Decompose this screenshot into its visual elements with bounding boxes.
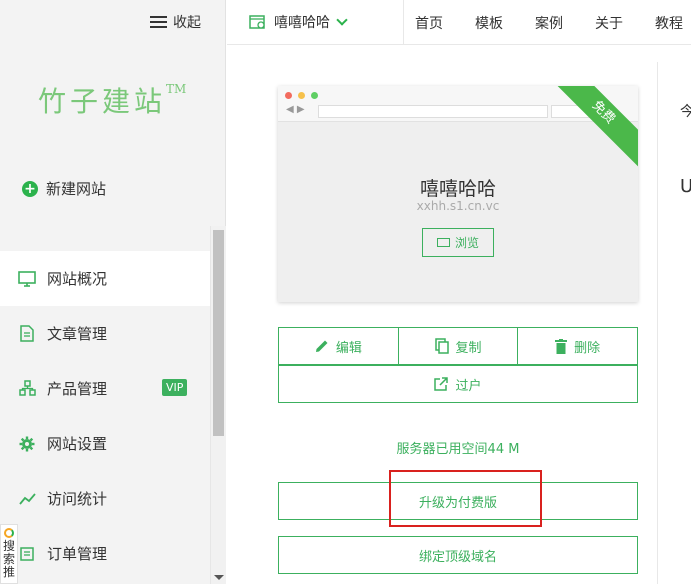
topnav-tutorial[interactable]: 教程 bbox=[655, 13, 683, 33]
traffic-light-red bbox=[285, 92, 292, 99]
hamburger-icon bbox=[150, 16, 167, 28]
collapse-button[interactable]: 收起 bbox=[150, 12, 201, 32]
delete-label: 删除 bbox=[574, 340, 601, 356]
search-push-label: 搜索推 bbox=[3, 539, 16, 579]
site-title: 嘻嘻哈哈 bbox=[419, 178, 496, 200]
topbar-divider bbox=[403, 0, 404, 45]
plus-circle-icon: + bbox=[22, 180, 38, 197]
cart-icon bbox=[18, 545, 36, 563]
sidebar-item-settings[interactable]: 网站设置 bbox=[0, 416, 210, 471]
copy-icon bbox=[434, 338, 449, 354]
logo: 竹子建站TM bbox=[38, 80, 186, 120]
topnav-about[interactable]: 关于 bbox=[595, 13, 623, 33]
site-selector-icon bbox=[249, 14, 266, 30]
browse-icon bbox=[436, 238, 450, 247]
sidebar-item-label: 网站设置 bbox=[47, 435, 108, 453]
product-icon bbox=[18, 380, 36, 398]
new-site-label: 新建网站 bbox=[46, 180, 107, 198]
sidebar-item-label: 订单管理 bbox=[47, 545, 108, 563]
sidebar-nav: 网站概况 文章管理 产品管理 VIP 网站设置 访问统计 订单管理 bbox=[0, 251, 210, 581]
monitor-icon bbox=[18, 270, 36, 288]
trash-icon bbox=[555, 338, 568, 354]
right-panel-text: 今 bbox=[680, 104, 691, 120]
topnav-home[interactable]: 首页 bbox=[415, 13, 443, 33]
collapse-label: 收起 bbox=[173, 15, 201, 31]
external-link-icon bbox=[434, 377, 449, 391]
search-push-icon bbox=[4, 528, 14, 538]
upgrade-button[interactable]: 升级为付费版 bbox=[278, 482, 638, 520]
site-selector-label: 嘻嘻哈哈 bbox=[274, 15, 330, 31]
sidebar-item-label: 访问统计 bbox=[47, 490, 108, 508]
sidebar-item-orders[interactable]: 订单管理 bbox=[0, 526, 210, 581]
sidebar-scrollbar[interactable] bbox=[210, 226, 226, 584]
sidebar: 收起 竹子建站TM + 新建网站 网站概况 文章管理 产品管理 VIP 网站设置… bbox=[0, 0, 226, 584]
upgrade-label: 升级为付费版 bbox=[418, 495, 497, 511]
scroll-down-arrow-icon[interactable] bbox=[214, 575, 224, 580]
sidebar-item-label: 产品管理 bbox=[47, 380, 108, 398]
chevron-down-icon bbox=[336, 14, 348, 26]
edit-button[interactable]: 编辑 bbox=[279, 328, 399, 364]
sidebar-item-label: 文章管理 bbox=[47, 325, 108, 343]
line-chart-icon bbox=[18, 490, 36, 508]
sidebar-item-statistics[interactable]: 访问统计 bbox=[0, 471, 210, 526]
new-site-button[interactable]: + 新建网站 bbox=[22, 178, 106, 199]
traffic-light-yellow bbox=[298, 92, 305, 99]
top-bar: 嘻嘻哈哈 首页 模板 案例 关于 教程 bbox=[227, 0, 691, 45]
site-preview-card: ◀ ▶ 免费 嘻嘻哈哈 xxhh.s1.cn.vc 浏览 bbox=[278, 86, 638, 302]
browse-label: 浏览 bbox=[454, 236, 479, 250]
edit-label: 编辑 bbox=[335, 340, 362, 356]
transfer-button[interactable]: 过户 bbox=[278, 365, 638, 403]
site-domain: xxhh.s1.cn.vc bbox=[416, 199, 500, 213]
copy-label: 复制 bbox=[455, 340, 482, 356]
sidebar-item-articles[interactable]: 文章管理 bbox=[0, 306, 210, 361]
logo-tm: TM bbox=[166, 82, 187, 96]
right-panel-value: U bbox=[680, 176, 691, 197]
browse-button[interactable]: 浏览 bbox=[422, 228, 494, 257]
vip-badge: VIP bbox=[162, 379, 188, 396]
sidebar-item-overview[interactable]: 网站概况 bbox=[0, 251, 210, 306]
action-buttons: 编辑 复制 删除 bbox=[278, 327, 638, 365]
top-nav: 首页 模板 案例 关于 教程 bbox=[415, 13, 691, 33]
traffic-light-green bbox=[311, 92, 318, 99]
topnav-templates[interactable]: 模板 bbox=[475, 13, 503, 33]
bind-domain-label: 绑定顶级域名 bbox=[418, 549, 497, 565]
document-icon bbox=[18, 325, 36, 343]
site-selector[interactable]: 嘻嘻哈哈 bbox=[249, 12, 348, 32]
right-panel-divider bbox=[657, 62, 658, 584]
bind-domain-button[interactable]: 绑定顶级域名 bbox=[278, 536, 638, 574]
topnav-cases[interactable]: 案例 bbox=[535, 13, 563, 33]
delete-button[interactable]: 删除 bbox=[518, 328, 637, 364]
url-bar bbox=[318, 105, 548, 118]
gear-icon bbox=[18, 435, 36, 453]
sidebar-item-products[interactable]: 产品管理 VIP bbox=[0, 361, 210, 416]
scrollbar-thumb[interactable] bbox=[213, 230, 224, 436]
sidebar-item-label: 网站概况 bbox=[47, 270, 108, 288]
search-push-widget[interactable]: 搜索推 bbox=[0, 524, 18, 584]
logo-text: 竹子建站 bbox=[38, 85, 167, 118]
copy-button[interactable]: 复制 bbox=[399, 328, 519, 364]
pencil-icon bbox=[315, 340, 328, 352]
server-space-text: 服务器已用空间44 M bbox=[396, 442, 520, 457]
browser-arrows-icon: ◀ ▶ bbox=[286, 104, 305, 115]
transfer-label: 过户 bbox=[455, 378, 482, 394]
